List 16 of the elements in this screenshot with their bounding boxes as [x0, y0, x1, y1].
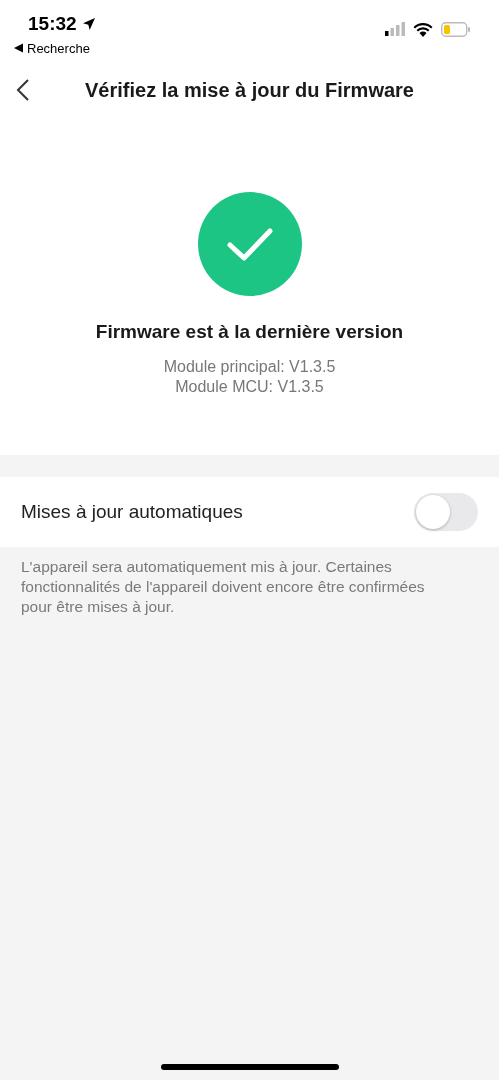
back-triangle-icon — [14, 43, 23, 54]
toggle-knob — [416, 495, 450, 529]
signal-icon — [385, 22, 405, 36]
status-time: 15:32 — [28, 12, 77, 36]
check-circle-icon — [197, 192, 302, 296]
version-text: Module principal: V1.3.5 — [163, 356, 336, 377]
page-title: Vérifiez la mise à jour du Firmware — [85, 78, 414, 103]
battery-icon — [441, 21, 471, 37]
status-title: Firmware est à la dernière version — [95, 320, 404, 344]
toggle-switch[interactable] — [414, 493, 478, 531]
auto-update-description: L'appareil sera automatiquement mis à jour. Certaines fonctionnalités de l'appareil doivent encore être confirmées pour être mises à jour. — [20, 557, 426, 617]
setting-label: Mises à jour automatiques — [21, 499, 243, 524]
back-to-app-link[interactable]: Recherche — [27, 38, 90, 58]
wifi-icon — [413, 21, 433, 37]
chevron-left-icon — [16, 78, 30, 102]
version-text: Module MCU: V1.3.5 — [175, 376, 324, 397]
